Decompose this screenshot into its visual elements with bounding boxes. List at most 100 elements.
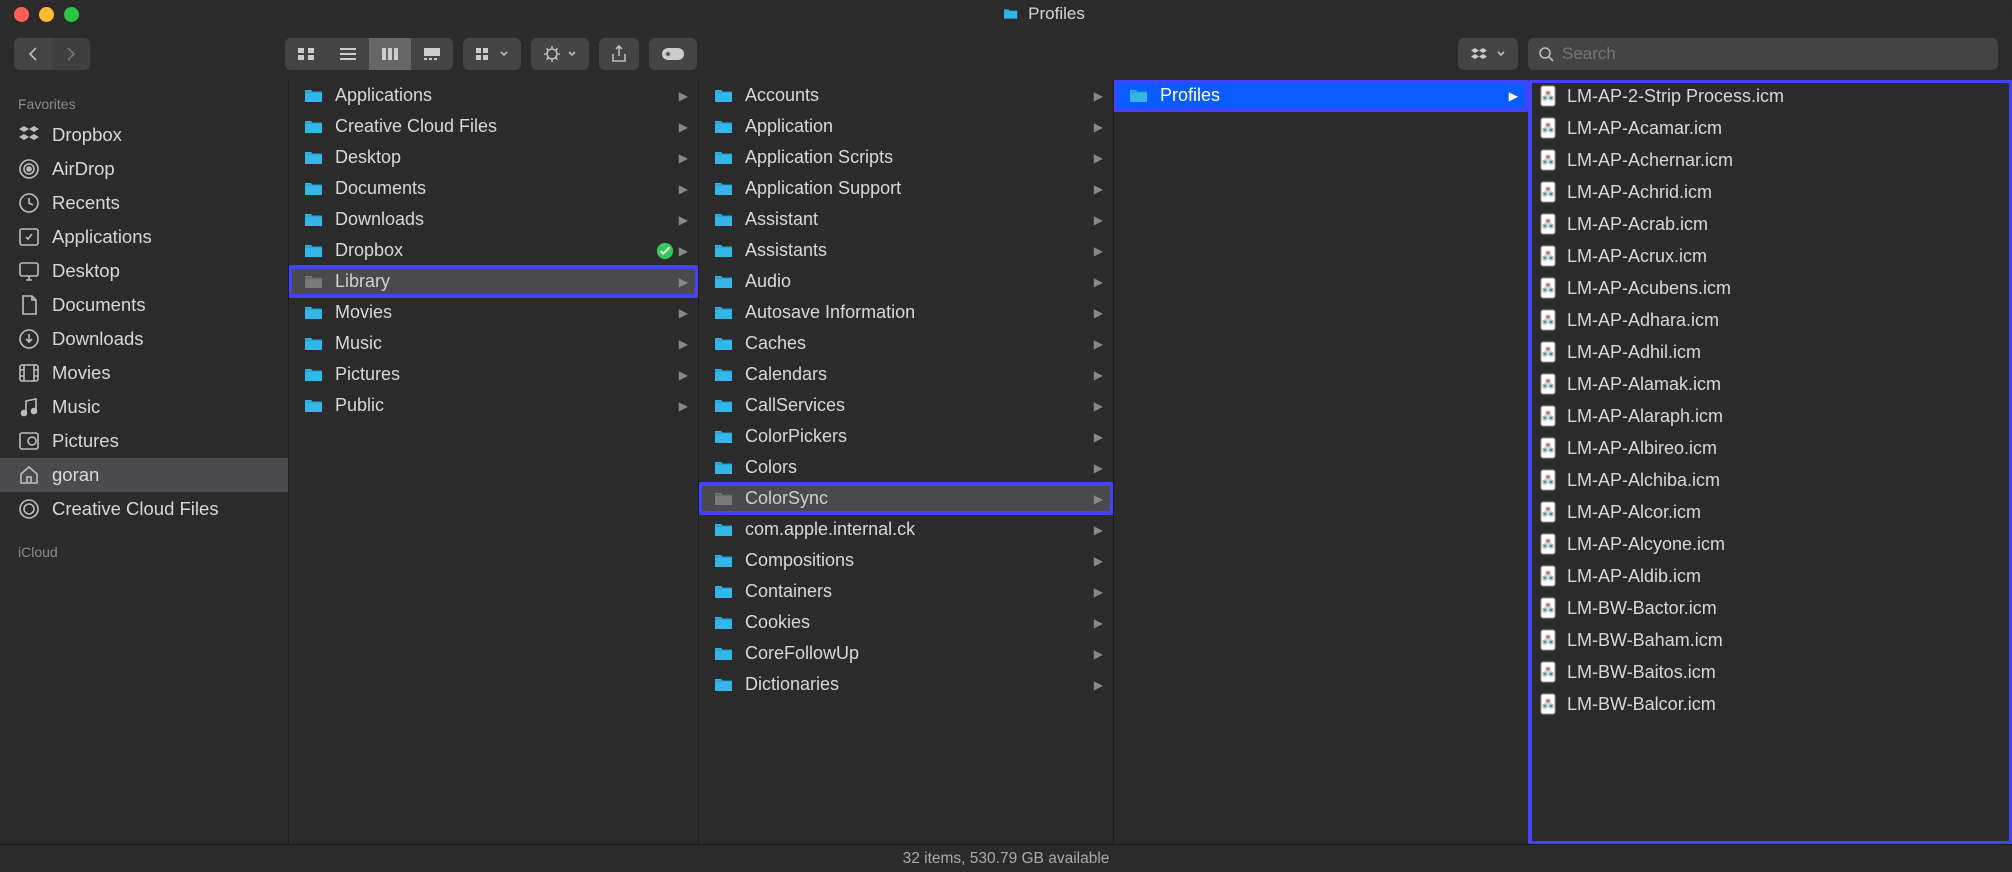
window-zoom-button[interactable]: [64, 7, 79, 22]
file-item[interactable]: LM-AP-Acamar.icm: [1529, 112, 2011, 144]
view-icon-button[interactable]: [285, 38, 327, 70]
file-item[interactable]: LM-AP-Adhara.icm: [1529, 304, 2011, 336]
folder-item[interactable]: Caches▶: [699, 328, 1113, 359]
sidebar-item-desktop[interactable]: Desktop: [0, 254, 288, 288]
folder-item[interactable]: Assistants▶: [699, 235, 1113, 266]
file-item[interactable]: LM-AP-Alaraph.icm: [1529, 400, 2011, 432]
folder-icon: [713, 149, 735, 167]
folder-item[interactable]: Audio▶: [699, 266, 1113, 297]
folder-item[interactable]: Calendars▶: [699, 359, 1113, 390]
folder-item[interactable]: Desktop▶: [289, 142, 698, 173]
file-item[interactable]: LM-BW-Bactor.icm: [1529, 592, 2011, 624]
file-item[interactable]: LM-AP-Achernar.icm: [1529, 144, 2011, 176]
sync-ok-icon: [656, 242, 674, 260]
folder-item[interactable]: ColorPickers▶: [699, 421, 1113, 452]
file-item[interactable]: LM-AP-Alcor.icm: [1529, 496, 2011, 528]
search-input[interactable]: [1562, 44, 1988, 64]
file-item[interactable]: LM-AP-Alchiba.icm: [1529, 464, 2011, 496]
view-gallery-button[interactable]: [411, 38, 453, 70]
folder-icon: [713, 211, 735, 229]
sidebar-item-creative-cloud-files[interactable]: Creative Cloud Files: [0, 492, 288, 526]
folder-item[interactable]: Autosave Information▶: [699, 297, 1113, 328]
item-label: LM-BW-Balcor.icm: [1567, 694, 1716, 715]
status-text: 32 items, 530.79 GB available: [903, 850, 1110, 868]
file-item[interactable]: LM-BW-Balcor.icm: [1529, 688, 2011, 720]
folder-item[interactable]: Cookies▶: [699, 607, 1113, 638]
folder-item[interactable]: Movies▶: [289, 297, 698, 328]
window-minimize-button[interactable]: [39, 7, 54, 22]
folder-item[interactable]: Documents▶: [289, 173, 698, 204]
folder-item[interactable]: Profiles▶: [1114, 80, 1528, 111]
sidebar-item-movies[interactable]: Movies: [0, 356, 288, 390]
folder-item[interactable]: CallServices▶: [699, 390, 1113, 421]
file-item[interactable]: LM-AP-Alamak.icm: [1529, 368, 2011, 400]
action-menu[interactable]: [531, 38, 589, 70]
folder-item[interactable]: Assistant▶: [699, 204, 1113, 235]
folder-item[interactable]: Compositions▶: [699, 545, 1113, 576]
file-item[interactable]: LM-AP-Adhil.icm: [1529, 336, 2011, 368]
file-item[interactable]: LM-BW-Baham.icm: [1529, 624, 2011, 656]
file-item[interactable]: LM-AP-Alcyone.icm: [1529, 528, 2011, 560]
sidebar-item-goran[interactable]: goran: [0, 458, 288, 492]
dropbox-menu[interactable]: [1458, 38, 1518, 70]
group-menu[interactable]: [463, 38, 521, 70]
sidebar-item-documents[interactable]: Documents: [0, 288, 288, 322]
file-item[interactable]: LM-AP-Acubens.icm: [1529, 272, 2011, 304]
folder-item[interactable]: Containers▶: [699, 576, 1113, 607]
sidebar-item-pictures[interactable]: Pictures: [0, 424, 288, 458]
folder-icon: [303, 211, 325, 229]
icc-profile-icon: [1539, 629, 1557, 651]
apps-icon: [18, 226, 40, 248]
file-item[interactable]: LM-AP-Acrux.icm: [1529, 240, 2011, 272]
sidebar-item-recents[interactable]: Recents: [0, 186, 288, 220]
back-button[interactable]: [14, 38, 52, 70]
file-item[interactable]: LM-AP-2-Strip Process.icm: [1529, 80, 2011, 112]
tags-button[interactable]: [649, 38, 697, 70]
search-field[interactable]: [1528, 38, 1998, 70]
chevron-right-icon: ▶: [1094, 275, 1103, 289]
folder-item[interactable]: Public▶: [289, 390, 698, 421]
folder-item[interactable]: Dropbox▶: [289, 235, 698, 266]
file-item[interactable]: LM-AP-Acrab.icm: [1529, 208, 2011, 240]
sidebar-item-downloads[interactable]: Downloads: [0, 322, 288, 356]
folder-item[interactable]: Application▶: [699, 111, 1113, 142]
sidebar-item-label: Pictures: [52, 430, 119, 452]
file-item[interactable]: LM-BW-Baitos.icm: [1529, 656, 2011, 688]
folder-icon: [713, 366, 735, 384]
folder-item[interactable]: Applications▶: [289, 80, 698, 111]
folder-item[interactable]: Application Scripts▶: [699, 142, 1113, 173]
chevron-right-icon: ▶: [1094, 492, 1103, 506]
icc-profile-icon: [1539, 501, 1557, 523]
sidebar-item-dropbox[interactable]: Dropbox: [0, 118, 288, 152]
share-button[interactable]: [599, 38, 639, 70]
folder-item[interactable]: Downloads▶: [289, 204, 698, 235]
folder-item[interactable]: Colors▶: [699, 452, 1113, 483]
icc-profile-icon: [1539, 277, 1557, 299]
folder-item[interactable]: Music▶: [289, 328, 698, 359]
file-item[interactable]: LM-AP-Aldib.icm: [1529, 560, 2011, 592]
folder-item[interactable]: CoreFollowUp▶: [699, 638, 1113, 669]
file-item[interactable]: LM-AP-Albireo.icm: [1529, 432, 2011, 464]
window-close-button[interactable]: [14, 7, 29, 22]
view-list-button[interactable]: [327, 38, 369, 70]
folder-icon: [713, 304, 735, 322]
item-label: Profiles: [1160, 85, 1220, 106]
item-label: Application: [745, 116, 833, 137]
folder-item[interactable]: Pictures▶: [289, 359, 698, 390]
folder-icon: [303, 118, 325, 136]
chevron-right-icon: ▶: [679, 213, 688, 227]
folder-item[interactable]: Accounts▶: [699, 80, 1113, 111]
pictures-icon: [18, 430, 40, 452]
folder-item[interactable]: Dictionaries▶: [699, 669, 1113, 700]
folder-item[interactable]: Library▶: [289, 266, 698, 297]
folder-item[interactable]: Application Support▶: [699, 173, 1113, 204]
folder-item[interactable]: ColorSync▶: [699, 483, 1113, 514]
view-column-button[interactable]: [369, 38, 411, 70]
sidebar-item-airdrop[interactable]: AirDrop: [0, 152, 288, 186]
folder-item[interactable]: com.apple.internal.ck▶: [699, 514, 1113, 545]
sidebar-item-music[interactable]: Music: [0, 390, 288, 424]
file-item[interactable]: LM-AP-Achrid.icm: [1529, 176, 2011, 208]
folder-icon: [713, 335, 735, 353]
folder-item[interactable]: Creative Cloud Files▶: [289, 111, 698, 142]
sidebar-item-applications[interactable]: Applications: [0, 220, 288, 254]
